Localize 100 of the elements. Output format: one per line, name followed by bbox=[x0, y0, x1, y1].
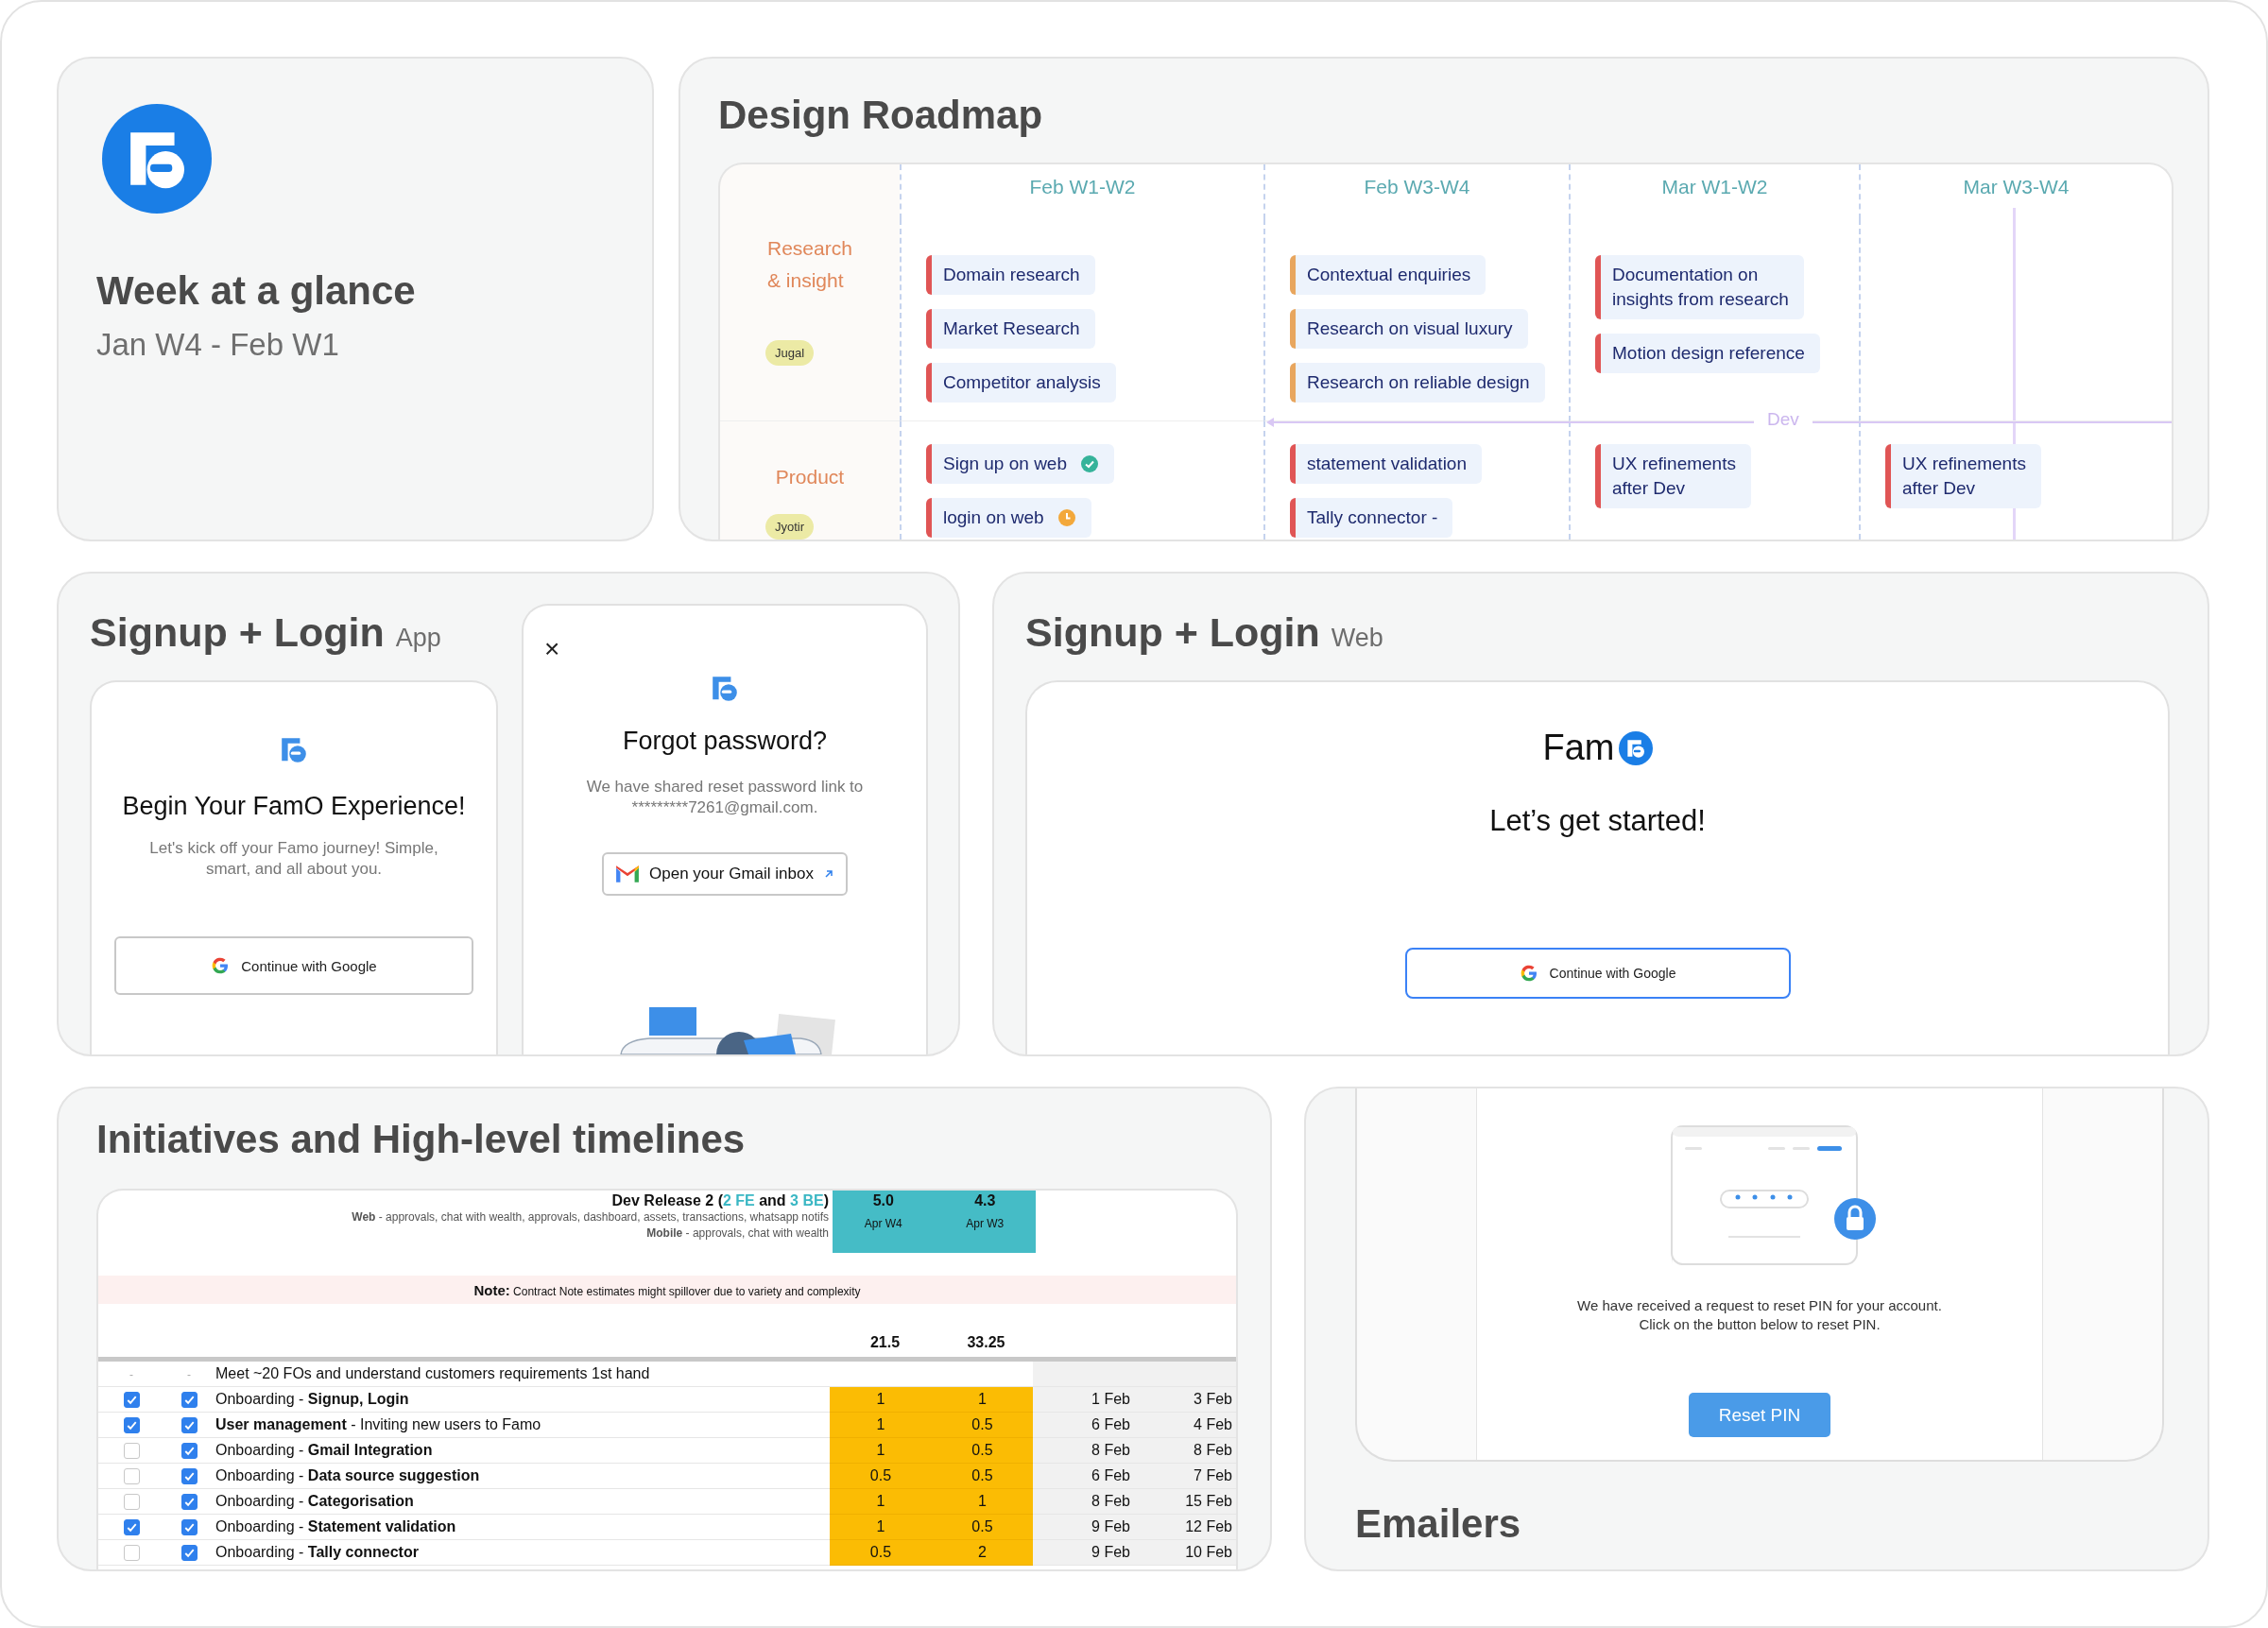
task-card[interactable]: Tally connector - bbox=[1290, 498, 1453, 538]
logo-icon bbox=[102, 104, 212, 214]
table-cell: 1 bbox=[830, 1412, 932, 1438]
table-cell: 2 bbox=[932, 1539, 1033, 1566]
table-cell: 3 Feb bbox=[1134, 1386, 1236, 1413]
checkbox[interactable] bbox=[123, 1417, 140, 1434]
task-card[interactable]: statement validation bbox=[1290, 444, 1482, 484]
lane-label: Research & insight bbox=[767, 236, 853, 293]
column-header: Mar W3-W4 bbox=[1963, 176, 2070, 197]
roadmap-title: Design Roadmap bbox=[718, 93, 1044, 138]
table-cell: 0.5 bbox=[932, 1412, 1033, 1438]
dash-mark: - bbox=[129, 1368, 133, 1381]
table-cell: 1 bbox=[830, 1514, 932, 1540]
table-cell: 12 Feb bbox=[1134, 1514, 1236, 1540]
gmail-button[interactable]: Open your Gmail inbox bbox=[602, 852, 848, 896]
table-cell: 9 Feb bbox=[1033, 1539, 1134, 1566]
task-text: Meet ~20 FOs and understand customers requirements 1st hand bbox=[215, 1365, 650, 1381]
table-cell: 1 bbox=[830, 1437, 932, 1464]
google-button[interactable]: Continue with Google bbox=[1404, 948, 1791, 999]
column-header: Mar W1-W2 bbox=[1661, 176, 1768, 197]
dash-mark: - bbox=[187, 1368, 191, 1381]
lane-label: Product bbox=[775, 465, 845, 489]
table-cell: 1 Feb bbox=[1033, 1386, 1134, 1413]
table-cell: 6 Feb bbox=[1033, 1463, 1134, 1489]
google-icon bbox=[211, 956, 231, 975]
table-cell: 0.5 bbox=[830, 1463, 932, 1489]
checkbox[interactable] bbox=[180, 1392, 198, 1409]
checkbox[interactable] bbox=[180, 1494, 198, 1511]
checkbox[interactable] bbox=[123, 1392, 140, 1409]
task-card[interactable]: UX refinements after Dev bbox=[1885, 444, 2041, 508]
task-card[interactable]: Research on reliable design bbox=[1290, 363, 1545, 403]
task-card[interactable]: Domain research bbox=[926, 255, 1095, 295]
checkbox[interactable] bbox=[123, 1494, 140, 1511]
task-text: Onboarding - Signup, Login bbox=[215, 1391, 409, 1407]
scope-text: Web - approvals, chat with wealth, approvals, dashboard, assets, transactions, whatsapp notifs bbox=[351, 1209, 829, 1225]
task-card[interactable]: login on web bbox=[926, 498, 1091, 538]
platform-label: Web bbox=[1331, 624, 1383, 653]
task-text: User management - Inviting new users to Famo bbox=[215, 1416, 541, 1432]
task-card[interactable]: UX refinements after Dev bbox=[1595, 444, 1751, 508]
task-text: Onboarding - Gmail Integration bbox=[215, 1442, 433, 1458]
checkbox[interactable] bbox=[180, 1468, 198, 1485]
column-header: Feb W3-W4 bbox=[1364, 176, 1470, 197]
task-text: Onboarding - Categorisation bbox=[215, 1493, 414, 1509]
google-button[interactable]: Continue with Google bbox=[114, 936, 473, 995]
emailers-title: Emailers bbox=[1355, 1501, 1522, 1547]
checkbox[interactable] bbox=[180, 1417, 198, 1434]
section-title: Signup + Login bbox=[1025, 609, 1320, 656]
task-card[interactable]: Documentation on insights from research bbox=[1595, 255, 1804, 319]
task-card[interactable]: Market Research bbox=[926, 309, 1095, 349]
release-title: Dev Release 2 (2 FE and 3 BE) bbox=[610, 1192, 829, 1209]
table-cell: 10 Feb bbox=[1134, 1539, 1236, 1566]
checkbox[interactable] bbox=[180, 1443, 198, 1460]
checkbox[interactable] bbox=[123, 1519, 140, 1536]
task-text: Onboarding - Tally connector bbox=[215, 1544, 419, 1560]
table-cell: 0.5 bbox=[830, 1539, 932, 1566]
overview-title: Week at a glance bbox=[96, 268, 417, 314]
gmail-icon bbox=[615, 865, 641, 883]
screen-subtitle: Let's kick off your Famo journey! Simple, smart, and all about you. bbox=[149, 838, 438, 880]
table-cell: 1 bbox=[830, 1386, 932, 1413]
table-cell: 0.5 bbox=[932, 1514, 1033, 1540]
timelines-title: Initiatives and High-level timelines bbox=[96, 1117, 747, 1162]
overview-period: Jan W4 - Feb W1 bbox=[96, 327, 340, 363]
section-title: Signup + Login bbox=[90, 609, 385, 656]
checkbox[interactable] bbox=[180, 1519, 198, 1536]
checkbox[interactable] bbox=[180, 1545, 198, 1562]
checkbox[interactable] bbox=[123, 1443, 140, 1460]
task-card[interactable]: Sign up on web bbox=[926, 444, 1114, 484]
logo-icon bbox=[710, 674, 740, 704]
task-card[interactable]: Research on visual luxury bbox=[1290, 309, 1528, 349]
platform-label: App bbox=[395, 624, 441, 653]
table-cell: 6 Feb bbox=[1033, 1412, 1134, 1438]
estimate-value: 4.3 bbox=[974, 1192, 996, 1209]
table-cell: 1 bbox=[932, 1488, 1033, 1515]
logo-icon bbox=[1618, 730, 1653, 765]
logo-icon bbox=[279, 735, 309, 765]
scope-text: Mobile - approvals, chat with wealth bbox=[645, 1225, 829, 1242]
task-card[interactable]: Contextual enquiries bbox=[1290, 255, 1486, 295]
checkbox[interactable] bbox=[123, 1545, 140, 1562]
task-card[interactable]: Competitor analysis bbox=[926, 363, 1116, 403]
table-cell: 4 Feb bbox=[1134, 1412, 1236, 1438]
table-cell: 15 Feb bbox=[1134, 1488, 1236, 1515]
checkbox[interactable] bbox=[123, 1468, 140, 1485]
task-card[interactable]: Motion design reference bbox=[1595, 334, 1820, 373]
table-cell: 1 bbox=[830, 1488, 932, 1515]
screen-message: We have shared reset password link to *********7261@gmail.com. bbox=[586, 777, 864, 818]
task-text: Onboarding - Data source suggestion bbox=[215, 1467, 480, 1483]
table-cell: 8 Feb bbox=[1033, 1437, 1134, 1464]
email-message: We have received a request to reset PIN for your account. Click on the button below to reset PIN. bbox=[1577, 1296, 1942, 1334]
table-cell: 1 bbox=[932, 1386, 1033, 1413]
estimate-value: 5.0 bbox=[872, 1192, 894, 1209]
note-text: Note: Contract Note estimates might spillover due to variety and complexity bbox=[473, 1281, 861, 1298]
table-cell: 8 Feb bbox=[1134, 1437, 1236, 1464]
task-text: Onboarding - Statement validation bbox=[215, 1518, 456, 1534]
google-icon bbox=[1519, 964, 1538, 983]
brand-name: Fam bbox=[1542, 728, 1615, 768]
table-cell: 9 Feb bbox=[1033, 1514, 1134, 1540]
close-button[interactable]: × bbox=[544, 634, 560, 664]
screen-heading: Let’s get started! bbox=[1489, 804, 1706, 838]
estimate-due: Apr W3 bbox=[966, 1217, 1005, 1230]
table-cell: 0.5 bbox=[932, 1437, 1033, 1464]
